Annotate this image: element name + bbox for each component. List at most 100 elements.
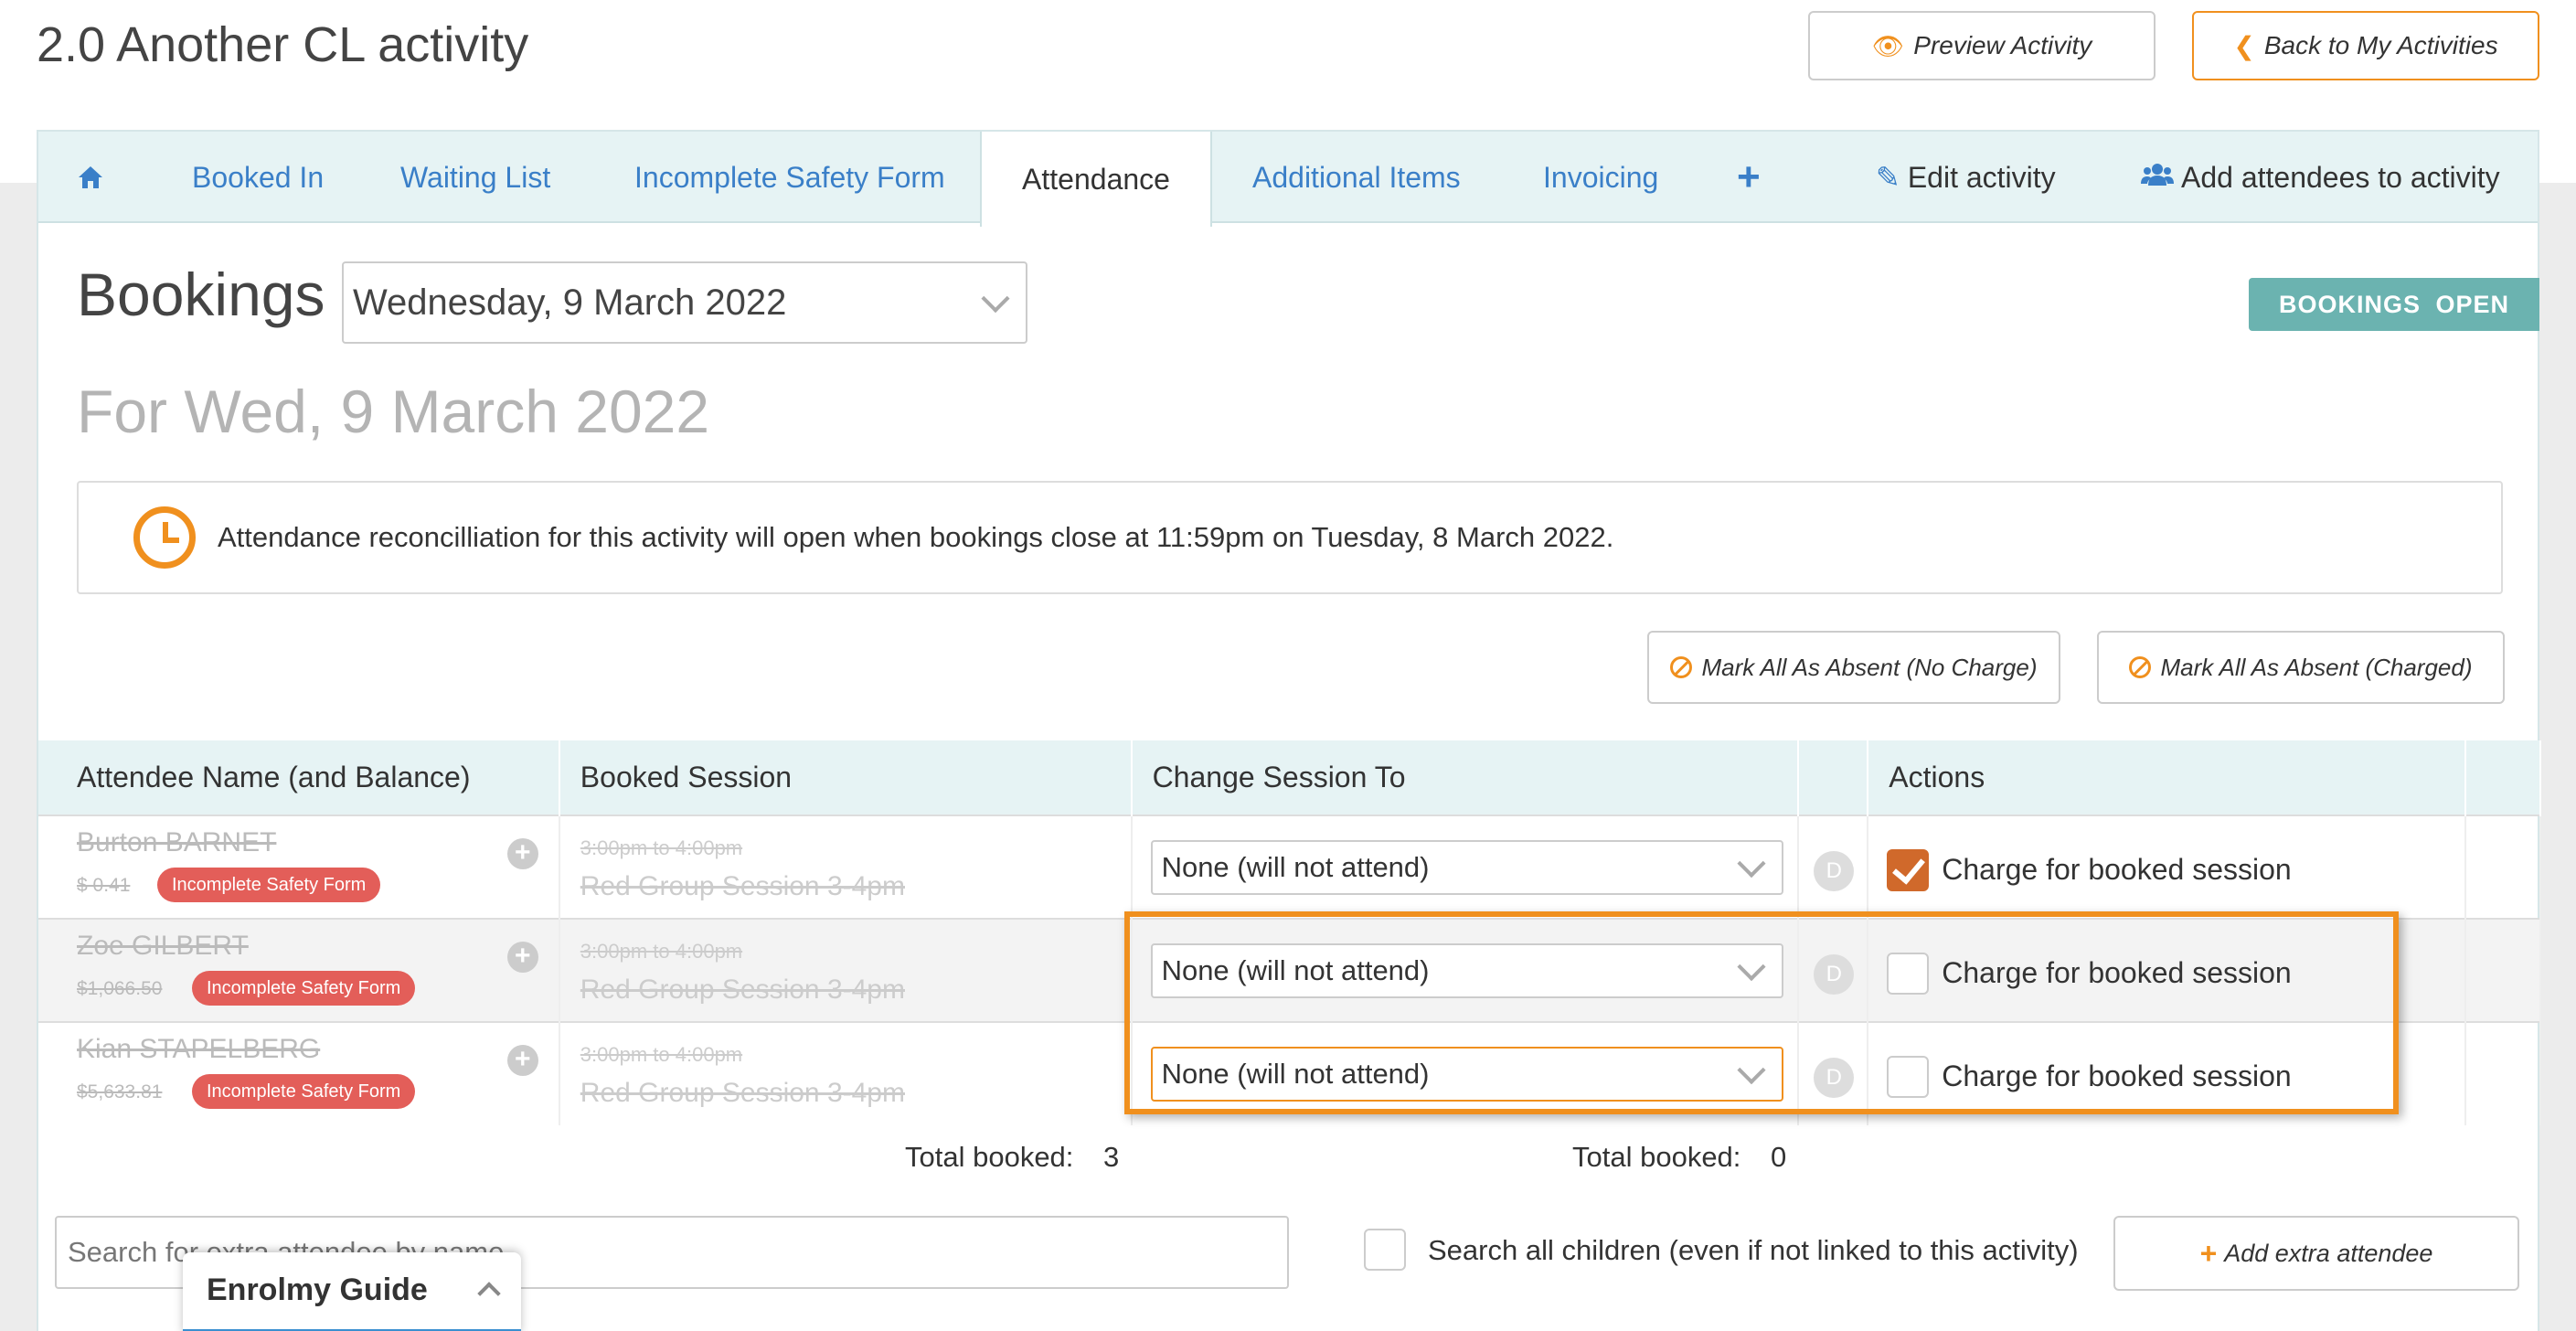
- safety-form-badge[interactable]: Incomplete Safety Form: [192, 1074, 416, 1109]
- plus-icon: +: [2199, 1236, 2218, 1270]
- mark-absent-charged-label: Mark All As Absent (Charged): [2160, 653, 2473, 681]
- change-session-select[interactable]: None (will not attend): [1150, 943, 1783, 998]
- bookings-status-badge: BOOKINGS OPEN: [2249, 278, 2539, 331]
- change-cell: None (will not attend): [1131, 1021, 1800, 1125]
- notice-text: Attendance reconcilliation for this acti…: [218, 521, 1614, 553]
- change-session-value: None (will not attend): [1161, 954, 1430, 986]
- d-cell: D: [1798, 1021, 1869, 1125]
- charge-label: Charge for booked session: [1942, 956, 2292, 989]
- preview-activity-button[interactable]: 👁 Preview Activity: [1808, 11, 2156, 80]
- extra-cell: [2465, 1021, 2541, 1125]
- d-cell: D: [1798, 815, 1869, 919]
- users-icon: [2141, 161, 2174, 195]
- main-panel: Booked In Waiting List Incomplete Safety…: [37, 130, 2541, 1331]
- charge-checkbox[interactable]: [1887, 849, 1930, 891]
- plus-circle-icon[interactable]: +: [506, 1045, 538, 1076]
- table-row: Zoe GILBERT $1,066.50 Incomplete Safety …: [38, 918, 2541, 1022]
- tab-booked-in[interactable]: Booked In: [192, 132, 324, 223]
- guide-label: Enrolmy Guide: [207, 1272, 428, 1307]
- table-row: Burton BARNET $ 0.41 Incomplete Safety F…: [38, 815, 2541, 919]
- tab-attendance[interactable]: Attendance: [980, 132, 1212, 227]
- session-cell: 3:00pm to 4:00pm Red Group Session 3-4pm: [559, 1021, 1133, 1125]
- d-circle-icon[interactable]: D: [1814, 954, 1855, 995]
- attendee-name[interactable]: Zoe GILBERT: [77, 931, 249, 962]
- total-booked-label: Total booked:: [905, 1141, 1074, 1173]
- tab-additional-items[interactable]: Additional Items: [1252, 132, 1461, 223]
- for-date-heading: For Wed, 9 March 2022: [77, 378, 710, 445]
- attendee-name[interactable]: Kian STAPELBERG: [77, 1034, 320, 1065]
- d-circle-icon[interactable]: D: [1814, 851, 1855, 891]
- tab-incomplete-safety-form[interactable]: Incomplete Safety Form: [634, 132, 945, 223]
- back-to-activities-button[interactable]: ❮ Back to My Activities: [2192, 11, 2539, 80]
- change-session-select[interactable]: None (will not attend): [1150, 1047, 1783, 1102]
- chevron-down-icon: [1737, 849, 1766, 878]
- chevron-down-icon: [981, 284, 1010, 314]
- add-attendees-link[interactable]: Add attendees to activity: [2141, 132, 2500, 223]
- date-select[interactable]: Wednesday, 9 March 2022: [342, 261, 1027, 344]
- add-attendees-label: Add attendees to activity: [2181, 160, 2500, 194]
- d-circle-icon[interactable]: D: [1814, 1058, 1855, 1098]
- total-change-count: 0: [1771, 1141, 1787, 1173]
- add-extra-attendee-label: Add extra attendee: [2224, 1239, 2433, 1267]
- enrolmy-guide-widget[interactable]: Enrolmy Guide: [183, 1252, 521, 1331]
- chevron-left-icon: ❮: [2233, 31, 2255, 60]
- session-time: 3:00pm to 4:00pm: [580, 1043, 743, 1066]
- plus-circle-icon[interactable]: +: [506, 942, 538, 973]
- tab-invoicing[interactable]: Invoicing: [1543, 132, 1658, 223]
- search-all-children-label: Search all children (even if not linked …: [1428, 1234, 2079, 1266]
- change-session-select[interactable]: None (will not attend): [1150, 840, 1783, 895]
- total-booked-sessions: Total booked: 3: [905, 1141, 1119, 1174]
- back-to-activities-label: Back to My Activities: [2263, 31, 2498, 59]
- change-cell: None (will not attend): [1131, 918, 1800, 1022]
- pencil-icon: ✎: [1876, 161, 1900, 194]
- safety-form-badge[interactable]: Incomplete Safety Form: [157, 868, 381, 902]
- attendee-cell: Burton BARNET $ 0.41 Incomplete Safety F…: [38, 815, 560, 919]
- page-title: 2.0 Another CL activity: [37, 17, 529, 72]
- home-icon: [79, 166, 102, 188]
- edit-activity-label: Edit activity: [1907, 160, 2056, 194]
- header-actions: Actions: [1868, 740, 2466, 815]
- attendance-notice: Attendance reconcilliation for this acti…: [77, 481, 2503, 594]
- total-booked-changes: Total booked: 0: [1572, 1141, 1786, 1174]
- header-d: [1798, 740, 1869, 815]
- actions-cell: Charge for booked session: [1868, 1021, 2466, 1125]
- attendee-name[interactable]: Burton BARNET: [77, 827, 276, 858]
- d-cell: D: [1798, 918, 1869, 1022]
- search-all-children-checkbox[interactable]: [1364, 1229, 1406, 1271]
- charge-label: Charge for booked session: [1942, 853, 2292, 886]
- attendee-cell: Kian STAPELBERG $5,633.81 Incomplete Saf…: [38, 1021, 560, 1125]
- charge-checkbox[interactable]: [1887, 953, 1930, 995]
- mark-absent-no-charge-label: Mark All As Absent (No Charge): [1701, 653, 2038, 681]
- session-cell: 3:00pm to 4:00pm Red Group Session 3-4pm: [559, 918, 1133, 1022]
- edit-activity-link[interactable]: ✎ Edit activity: [1876, 132, 2056, 223]
- actions-cell: Charge for booked session: [1868, 918, 2466, 1022]
- tab-waiting-list[interactable]: Waiting List: [400, 132, 550, 223]
- tab-home[interactable]: [77, 132, 104, 223]
- mark-absent-no-charge-button[interactable]: Mark All As Absent (No Charge): [1647, 631, 2060, 704]
- attendee-cell: Zoe GILBERT $1,066.50 Incomplete Safety …: [38, 918, 560, 1022]
- header-change-session: Change Session To: [1131, 740, 1800, 815]
- session-name: Red Group Session 3-4pm: [580, 974, 905, 1005]
- change-session-value: None (will not attend): [1161, 851, 1430, 883]
- tab-bar: Booked In Waiting List Incomplete Safety…: [38, 132, 2538, 227]
- plus-circle-icon[interactable]: +: [506, 838, 538, 869]
- mark-absent-charged-button[interactable]: Mark All As Absent (Charged): [2097, 631, 2505, 704]
- extra-cell: [2465, 815, 2541, 919]
- date-select-value: Wednesday, 9 March 2022: [353, 282, 787, 323]
- add-extra-attendee-button[interactable]: + Add extra attendee: [2113, 1216, 2519, 1291]
- chevron-up-icon[interactable]: [477, 1282, 501, 1305]
- eye-icon: 👁: [1871, 31, 1905, 60]
- total-booked-label: Total booked:: [1572, 1141, 1741, 1173]
- safety-form-badge[interactable]: Incomplete Safety Form: [192, 971, 416, 1006]
- chevron-down-icon: [1737, 953, 1766, 982]
- tab-add[interactable]: +: [1737, 132, 1761, 223]
- actions-cell: Charge for booked session: [1868, 815, 2466, 919]
- extra-cell: [2465, 918, 2541, 1022]
- total-booked-count: 3: [1103, 1141, 1120, 1173]
- session-time: 3:00pm to 4:00pm: [580, 836, 743, 859]
- ban-icon: [1670, 656, 1693, 678]
- charge-checkbox[interactable]: [1887, 1056, 1930, 1098]
- attendee-balance: $1,066.50: [77, 978, 163, 999]
- session-cell: 3:00pm to 4:00pm Red Group Session 3-4pm: [559, 815, 1133, 919]
- change-session-value: None (will not attend): [1161, 1058, 1430, 1090]
